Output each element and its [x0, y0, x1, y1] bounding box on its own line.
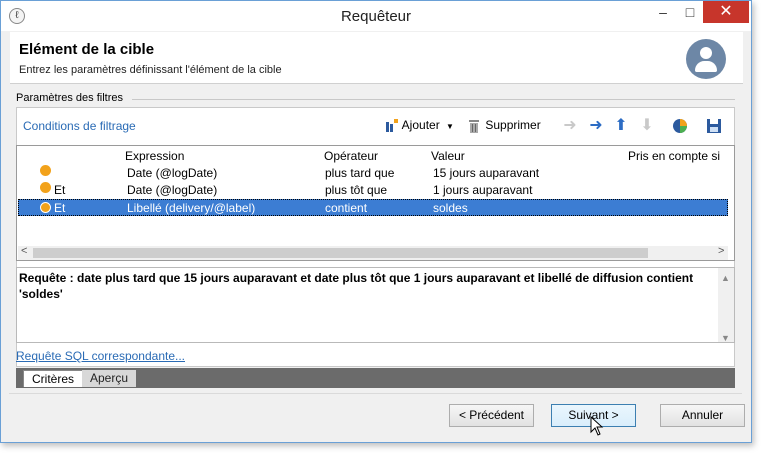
column-header-condition[interactable]: Pris en compte si: [628, 149, 720, 163]
move-down-button[interactable]: ⬇: [639, 116, 655, 136]
tab-preview[interactable]: Aperçu: [82, 370, 137, 387]
query-text: Requête : date plus tard que 15 jours au…: [19, 271, 694, 301]
scroll-up-icon[interactable]: ▲: [721, 270, 730, 286]
dropdown-arrow-icon[interactable]: ▼: [446, 122, 454, 131]
column-header-operator[interactable]: Opérateur: [324, 149, 378, 163]
arrow-up-icon: ⬆: [614, 116, 628, 134]
row-value: 15 jours auparavant: [433, 166, 540, 180]
minimize-button[interactable]: –: [649, 1, 677, 23]
trash-icon: [466, 118, 482, 134]
tab-bar: Critères Aperçu: [16, 368, 735, 388]
step-title: Elément de la cible: [19, 41, 155, 58]
row-value: 1 jours auparavant: [433, 183, 533, 197]
save-filter-button[interactable]: [706, 116, 722, 136]
condition-row[interactable]: Date (@logDate) plus tard que 15 jours a…: [18, 165, 728, 182]
window-title: Requêteur: [340, 8, 412, 25]
row-connector: Et: [54, 201, 66, 215]
column-header-value[interactable]: Valeur: [431, 149, 465, 163]
condition-icon: [40, 165, 51, 176]
maximize-button[interactable]: □: [676, 1, 704, 23]
add-filter-icon: [383, 118, 399, 134]
arrow-right-icon: ➜: [589, 116, 603, 134]
distribution-button[interactable]: [672, 116, 688, 136]
filter-toolbar: Conditions de filtrage Ajouter ▼ Supprim…: [17, 108, 734, 142]
condition-row-selected[interactable]: Et Libellé (delivery/@label) contient so…: [18, 199, 728, 216]
user-avatar-icon: [686, 39, 726, 79]
row-value: soldes: [433, 201, 468, 215]
move-up-button[interactable]: ⬆: [613, 116, 629, 136]
section-divider: [132, 99, 735, 100]
row-expression: Date (@logDate): [127, 183, 218, 197]
pie-chart-icon: [672, 118, 688, 134]
row-connector: Et: [54, 183, 66, 197]
arrow-down-icon: ⬇: [640, 116, 654, 134]
scroll-right-icon[interactable]: >: [718, 245, 724, 257]
horizontal-scrollbar[interactable]: < >: [18, 245, 728, 260]
row-operator: plus tôt que: [325, 183, 388, 197]
add-button[interactable]: Ajouter ▼: [383, 116, 454, 136]
filters-section-label: Paramètres des filtres: [16, 92, 123, 104]
row-expression: Date (@logDate): [127, 166, 218, 180]
title-bar: ℓ Requêteur – □ ✕: [1, 1, 751, 31]
arrow-left-icon: ➜: [563, 116, 577, 134]
add-button-label: Ajouter: [401, 118, 440, 132]
condition-row[interactable]: Et Date (@logDate) plus tôt que 1 jours …: [18, 182, 728, 199]
close-button[interactable]: ✕: [703, 1, 749, 23]
step-header: Elément de la cible Entrez les paramètre…: [10, 32, 743, 84]
move-left-button[interactable]: ➜: [562, 116, 578, 136]
cancel-button[interactable]: Annuler: [660, 404, 745, 427]
conditions-grid: Expression Opérateur Valeur Pris en comp…: [16, 145, 735, 261]
step-subtitle: Entrez les paramètres définissant l'élém…: [19, 64, 282, 76]
filter-conditions-link[interactable]: Conditions de filtrage: [23, 119, 136, 133]
footer-divider: [9, 393, 742, 394]
row-expression: Libellé (delivery/@label): [127, 201, 256, 215]
move-right-button[interactable]: ➜: [588, 116, 604, 136]
tab-criteria[interactable]: Critères: [23, 370, 84, 387]
row-operator: plus tard que: [325, 166, 395, 180]
mouse-cursor-icon: [590, 416, 604, 436]
delete-button[interactable]: Supprimer: [466, 116, 541, 136]
save-icon: [706, 118, 722, 134]
column-header-expression[interactable]: Expression: [125, 149, 184, 163]
delete-button-label: Supprimer: [485, 118, 541, 132]
sql-query-link[interactable]: Requête SQL correspondante...: [16, 349, 185, 363]
vertical-scrollbar[interactable]: ▲ ▼: [718, 268, 734, 343]
condition-link-icon: [40, 182, 51, 193]
query-summary: Requête : date plus tard que 15 jours au…: [16, 267, 735, 343]
row-operator: contient: [325, 201, 368, 215]
scrollbar-thumb[interactable]: [33, 248, 648, 258]
condition-link-icon: [40, 202, 51, 213]
scroll-left-icon[interactable]: <: [21, 245, 27, 257]
previous-button[interactable]: < Précédent: [449, 404, 534, 427]
scroll-down-icon[interactable]: ▼: [721, 330, 730, 346]
